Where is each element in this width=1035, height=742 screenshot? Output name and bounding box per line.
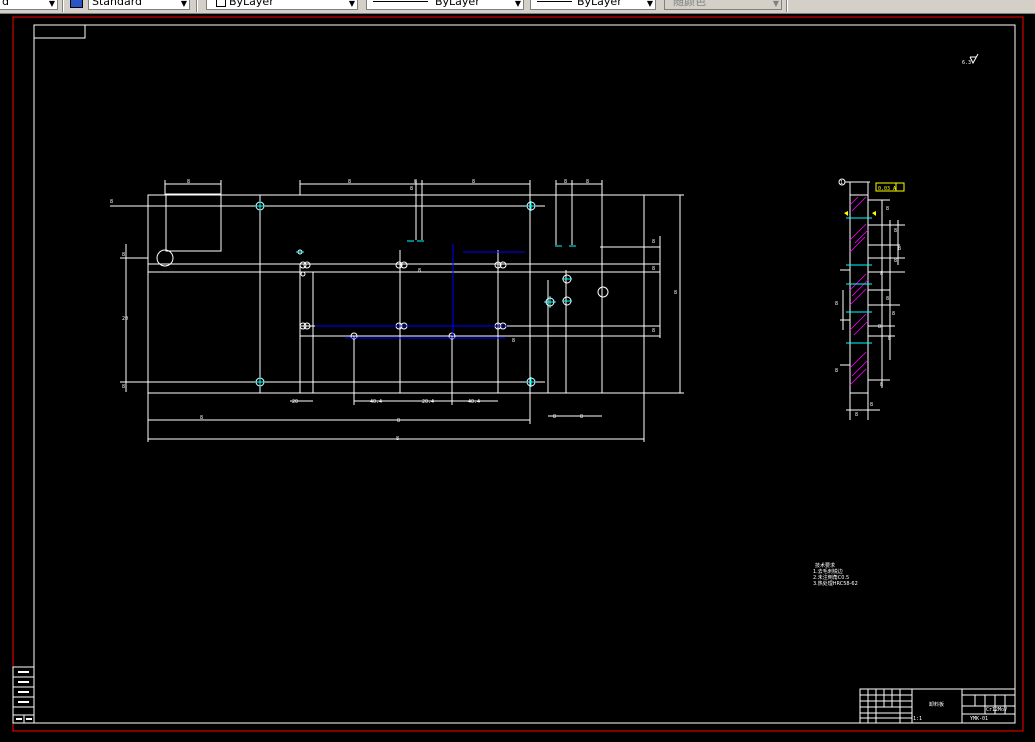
svg-text:Cr12MoV: Cr12MoV (986, 707, 1007, 713)
svg-text:20: 20 (292, 399, 298, 405)
svg-text:8: 8 (418, 268, 421, 274)
svg-text:YMK-01: YMK-01 (970, 716, 988, 722)
dimension-texts: 8 8 8 8 8 8 8 20 8 8 8 8 8 8 40.4 20.4 4… (110, 179, 677, 442)
svg-text:8: 8 (348, 179, 351, 185)
chevron-down-icon[interactable]: ▼ (49, 0, 55, 9)
svg-text:3.热处理HRC58-62: 3.热处理HRC58-62 (813, 580, 858, 587)
svg-text:8: 8 (674, 290, 677, 296)
revision-table (12, 666, 35, 724)
svg-text:8: 8 (880, 382, 883, 388)
svg-text:8: 8 (187, 179, 190, 185)
svg-text:8: 8 (878, 324, 881, 330)
lineweight-control-combo[interactable]: ByLayer ▼ (530, 0, 656, 10)
dimension-style-combo[interactable]: Standard ▼ (88, 0, 190, 10)
text-style-value: d (2, 0, 9, 8)
drawing-svg[interactable]: 6.3 8 8 8 8 8 8 8 20 8 8 8 8 8 8 40.4 20… (0, 13, 1035, 742)
svg-text:8: 8 (410, 186, 413, 192)
technical-notes: 技术要求 1.去毛刺锐边 2.未注倒角C0.5 3.热处理HRC58-62 (813, 562, 858, 587)
linetype-control-value: ByLayer (435, 0, 480, 8)
chevron-down-icon[interactable]: ▼ (515, 0, 521, 9)
linetype-control-combo[interactable]: ByLayer ▼ (366, 0, 524, 10)
chevron-down-icon[interactable]: ▼ (773, 0, 779, 9)
svg-text:8: 8 (396, 436, 399, 442)
svg-text:8: 8 (888, 336, 891, 342)
svg-text:8: 8 (122, 384, 125, 390)
surface-roughness-value: 6.3 (962, 60, 971, 66)
svg-text:8: 8 (652, 328, 655, 334)
svg-text:8: 8 (200, 415, 203, 421)
svg-text:8: 8 (580, 414, 583, 420)
lineweight-sample (537, 1, 572, 2)
svg-text:8: 8 (472, 179, 475, 185)
svg-text:8: 8 (855, 412, 858, 418)
svg-text:8: 8 (110, 199, 113, 205)
plot-style-value: 随颜色 (673, 0, 706, 8)
toolbar-separator (62, 0, 64, 12)
inner-rect-top-left (165, 193, 222, 252)
svg-text:1.去毛刺锐边: 1.去毛刺锐边 (813, 568, 843, 575)
svg-text:8: 8 (652, 266, 655, 272)
svg-text:技术要求: 技术要求 (815, 562, 835, 569)
svg-text:1:1: 1:1 (913, 716, 922, 722)
lineweight-control-value: ByLayer (577, 0, 622, 8)
svg-text:8: 8 (553, 414, 556, 420)
svg-text:8: 8 (886, 296, 889, 302)
round-hole (597, 286, 609, 298)
svg-text:8: 8 (586, 179, 589, 185)
svg-text:8: 8 (835, 301, 838, 307)
toolbar-separator (786, 0, 788, 12)
linetype-sample (373, 1, 428, 2)
svg-text:8: 8 (564, 179, 567, 185)
plan-view (110, 180, 684, 442)
plot-style-combo[interactable]: 随颜色 ▼ (664, 0, 782, 10)
surface-roughness-symbol (969, 53, 979, 65)
svg-text:8: 8 (652, 239, 655, 245)
chevron-down-icon[interactable]: ▼ (647, 0, 653, 9)
svg-text:8: 8 (894, 228, 897, 234)
section-view (838, 178, 905, 420)
hidden-blue-lines (315, 244, 525, 339)
svg-text:20.4: 20.4 (422, 399, 434, 405)
svg-text:0.03 A: 0.03 A (878, 186, 896, 192)
svg-text:8: 8 (898, 246, 901, 252)
paper-border (12, 16, 1024, 732)
color-control-combo[interactable]: ByLayer ▼ (206, 0, 358, 10)
svg-text:8: 8 (835, 368, 838, 374)
svg-text:40.4: 40.4 (370, 399, 382, 405)
section-hatch (849, 196, 869, 386)
drawing-canvas[interactable]: 6.3 8 8 8 8 8 8 8 20 8 8 8 8 8 8 40.4 20… (0, 13, 1035, 742)
svg-text:8: 8 (870, 402, 873, 408)
chevron-down-icon[interactable]: ▼ (181, 0, 187, 9)
svg-text:8: 8 (122, 252, 125, 258)
frame-corner-box (33, 24, 86, 39)
svg-text:卸料板: 卸料板 (929, 701, 944, 708)
svg-text:8: 8 (886, 206, 889, 212)
svg-text:40.4: 40.4 (468, 399, 480, 405)
svg-text:8: 8 (894, 258, 897, 264)
color-swatch-icon (216, 0, 226, 7)
dimension-style-icon[interactable] (70, 0, 83, 8)
svg-text:8: 8 (892, 311, 895, 317)
chevron-down-icon[interactable]: ▼ (349, 0, 355, 9)
text-style-combo[interactable]: d ▼ (0, 0, 58, 10)
svg-text:8: 8 (512, 338, 515, 344)
color-control-value: ByLayer (229, 0, 274, 8)
svg-text:8: 8 (397, 418, 400, 424)
section-marker: 1 (840, 180, 843, 186)
title-block-text: 卸料板 YMK-01 Cr12MoV 1:1 (913, 701, 1007, 722)
svg-text:2.未注倒角C0.5: 2.未注倒角C0.5 (813, 574, 849, 581)
properties-toolbar: d ▼ Standard ▼ ByLayer ▼ ByLayer ▼ ByLay… (0, 0, 1035, 14)
svg-text:8: 8 (414, 179, 417, 185)
svg-text:20: 20 (122, 316, 128, 322)
svg-text:8: 8 (880, 271, 883, 277)
toolbar-separator (196, 0, 198, 12)
plate-outline (147, 194, 645, 394)
dimension-style-value: Standard (92, 0, 143, 8)
